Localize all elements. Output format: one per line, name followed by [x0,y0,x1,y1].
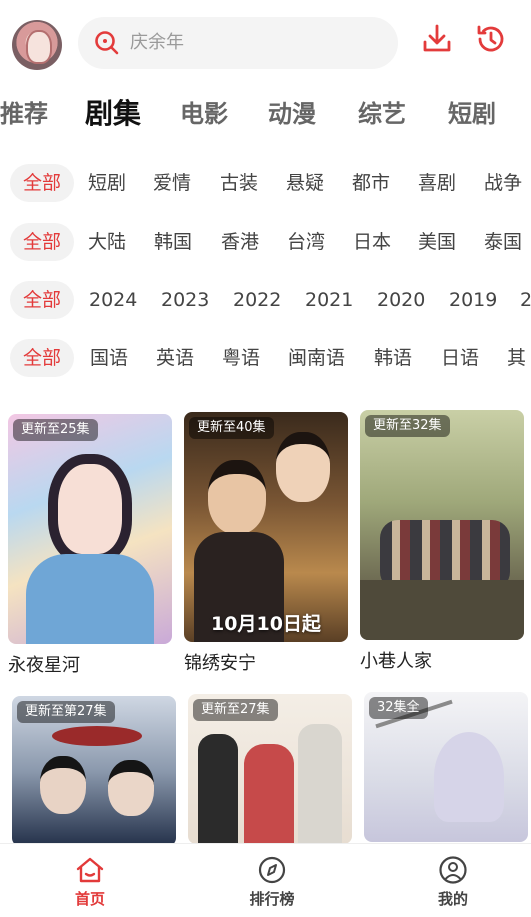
home-icon [76,857,104,883]
chip[interactable]: 爱情 [153,164,191,202]
filter-year: 全部 2024 2023 2022 2021 2020 2019 2 [0,279,531,323]
poster-image: 更新至27集 [188,694,352,844]
download-icon[interactable] [420,22,454,56]
chip[interactable]: 2022 [233,281,281,319]
filter-region: 全部 大陆 韩国 香港 台湾 日本 美国 泰国 [0,221,531,265]
poster-image: 32集全 [364,692,528,842]
history-icon[interactable] [474,22,508,56]
card-title: 永夜星河 [8,655,80,676]
air-date-caption: 10月10日起 [211,613,321,635]
search-icon [95,31,119,55]
chip[interactable]: 日本 [353,223,391,261]
nav-label: 我的 [437,890,468,908]
chip[interactable]: 泰国 [484,223,522,261]
nav-label: 排行榜 [249,890,295,908]
chip-all[interactable]: 全部 [10,339,75,377]
chip[interactable]: 大陆 [88,223,126,261]
poster-image: 更新至第27集 [12,696,176,846]
chip[interactable]: 香港 [221,223,259,261]
chip[interactable]: 粤语 [222,339,260,377]
card-title: 小巷人家 [360,651,432,672]
chip[interactable]: 悬疑 [286,164,324,202]
chip[interactable]: 2024 [89,281,137,319]
card-title: 锦绣安宁 [184,653,256,674]
tab-anime[interactable]: 动漫 [268,92,316,136]
chip-all[interactable]: 全部 [10,164,75,202]
nav-home[interactable]: 首页 [45,844,135,917]
chip[interactable]: 其 [507,339,526,377]
chip[interactable]: 都市 [352,164,390,202]
chip[interactable]: 2019 [449,281,497,319]
drama-card[interactable]: 32集全 [364,692,528,842]
filter-genre: 全部 短剧 爱情 古装 悬疑 都市 喜剧 战争 [0,162,531,206]
update-badge: 更新至40集 [189,417,274,439]
chip[interactable]: 韩语 [374,339,412,377]
chip[interactable]: 战争 [484,164,522,202]
chip[interactable]: 台湾 [287,223,325,261]
update-badge: 更新至25集 [13,419,98,441]
nav-label: 首页 [74,890,105,908]
drama-card[interactable]: 更新至27集 [188,694,352,844]
drama-card[interactable]: 更新至40集 10月10日起 锦绣安宁 [184,412,348,676]
chip[interactable]: 古装 [220,164,258,202]
tab-movies[interactable]: 电影 [180,92,228,136]
update-badge: 更新至第27集 [17,701,115,723]
chip[interactable]: 2023 [161,281,209,319]
chip[interactable]: 英语 [156,339,194,377]
chip-all[interactable]: 全部 [10,223,75,261]
chip[interactable]: 2 [520,281,531,319]
category-tabs: 推荐 剧集 电影 动漫 综艺 短剧 [0,92,531,140]
tab-short[interactable]: 短剧 [448,92,496,136]
user-icon [439,856,467,884]
bottom-nav: 首页 排行榜 我的 [0,843,531,917]
search-placeholder: 庆余年 [130,32,184,53]
compass-icon [258,856,286,884]
update-badge: 更新至27集 [193,699,278,721]
drama-card[interactable]: 更新至第27集 [12,696,176,846]
chip[interactable]: 短剧 [88,164,126,202]
chip-all[interactable]: 全部 [10,281,75,319]
poster-image: 更新至25集 [8,414,172,644]
top-bar: 庆余年 [0,0,531,90]
filter-language: 全部 国语 英语 粤语 闽南语 韩语 日语 其 [0,337,531,381]
chip[interactable]: 国语 [90,339,128,377]
drama-card[interactable]: 更新至25集 永夜星河 [8,414,172,678]
drama-card[interactable]: 更新至32集 小巷人家 [360,410,524,674]
chip[interactable]: 韩国 [154,223,192,261]
tab-recommend[interactable]: 推荐 [0,92,48,136]
chip[interactable]: 闽南语 [288,339,345,377]
tab-variety[interactable]: 综艺 [358,92,406,136]
chip[interactable]: 美国 [418,223,456,261]
search-box[interactable]: 庆余年 [78,17,398,69]
chip[interactable]: 日语 [441,339,479,377]
avatar[interactable] [12,20,62,70]
poster-image: 更新至40集 10月10日起 [184,412,348,642]
nav-ranking[interactable]: 排行榜 [227,844,317,917]
nav-profile[interactable]: 我的 [408,844,498,917]
update-badge: 更新至32集 [365,415,450,437]
chip[interactable]: 2021 [305,281,353,319]
chip[interactable]: 2020 [377,281,425,319]
tab-series[interactable]: 剧集 [85,92,141,136]
poster-image: 更新至32集 [360,410,524,640]
chip[interactable]: 喜剧 [418,164,456,202]
update-badge: 32集全 [369,697,428,719]
